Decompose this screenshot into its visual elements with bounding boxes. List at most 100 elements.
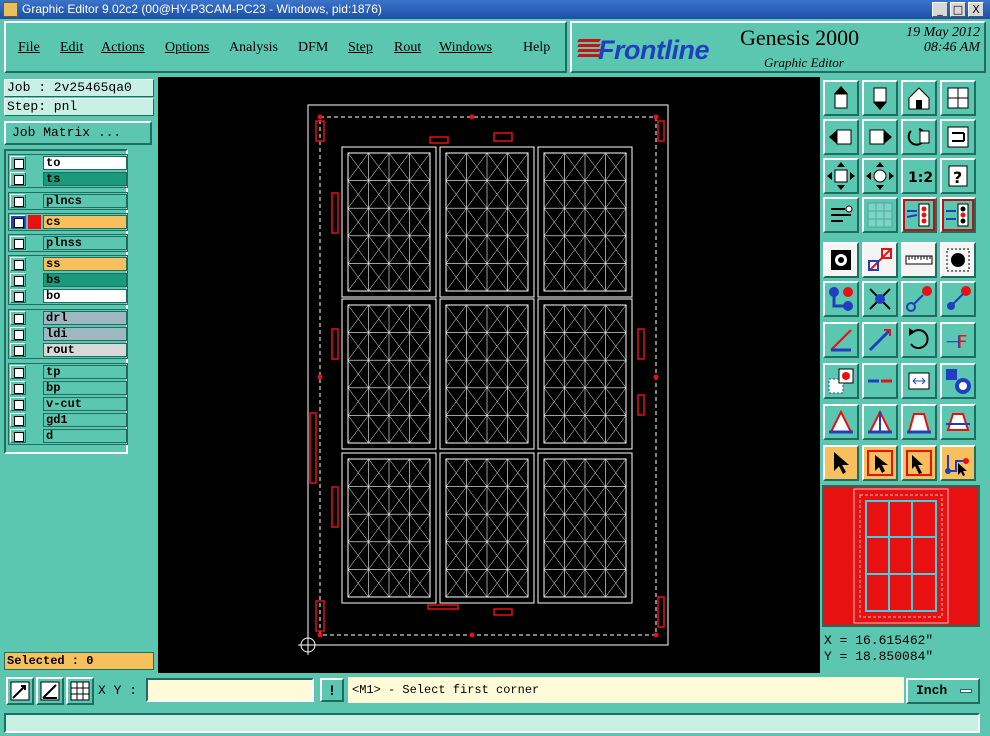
layer-checkbox[interactable] bbox=[10, 365, 26, 379]
layer-checkbox[interactable] bbox=[10, 273, 26, 287]
layer-row-v-cut[interactable]: v-cut bbox=[9, 396, 127, 412]
layer-checkbox[interactable] bbox=[10, 311, 26, 325]
layer-checkbox[interactable] bbox=[10, 429, 26, 443]
triangle-split-icon[interactable] bbox=[862, 404, 898, 440]
help-question-icon[interactable]: ? bbox=[940, 158, 976, 194]
job-matrix-button[interactable]: Job Matrix ... bbox=[4, 121, 152, 145]
select-net-icon[interactable] bbox=[901, 445, 937, 481]
pads-group-icon[interactable] bbox=[940, 363, 976, 399]
pan-up-icon[interactable] bbox=[823, 80, 859, 116]
layer-name[interactable]: ldi bbox=[43, 327, 127, 341]
layer-name[interactable]: to bbox=[43, 156, 127, 170]
triangle-dim-icon[interactable] bbox=[823, 404, 859, 440]
layer-checkbox[interactable] bbox=[10, 194, 26, 208]
select-route-icon[interactable] bbox=[940, 445, 976, 481]
window-title-bar[interactable]: Graphic Editor 9.02c2 (00@HY-P3CAM-PC23 … bbox=[0, 0, 990, 19]
rotate-icon[interactable] bbox=[901, 322, 937, 358]
layer-checkbox-active[interactable] bbox=[10, 215, 26, 229]
surface-tool-icon[interactable] bbox=[862, 242, 898, 278]
layer-row-ts[interactable]: ts bbox=[9, 171, 127, 187]
pad-tool-icon[interactable] bbox=[823, 242, 859, 278]
layer-name[interactable]: v-cut bbox=[43, 397, 127, 411]
pan-down-icon[interactable] bbox=[862, 80, 898, 116]
layer-checkbox[interactable] bbox=[10, 397, 26, 411]
layer-row-gd1[interactable]: gd1 bbox=[9, 412, 127, 428]
exclamation-button[interactable]: ! bbox=[320, 678, 344, 702]
home-icon[interactable] bbox=[901, 80, 937, 116]
menu-rout[interactable]: Rout bbox=[394, 40, 421, 56]
menu-file[interactable]: File bbox=[18, 40, 40, 56]
layer-name[interactable]: d bbox=[43, 429, 127, 443]
menu-actions[interactable]: Actions bbox=[101, 40, 145, 56]
layer-row-to[interactable]: to bbox=[9, 155, 127, 171]
layer-checkbox[interactable] bbox=[10, 413, 26, 427]
layer-row-ss[interactable]: ss bbox=[9, 256, 127, 272]
layer-name[interactable]: ss bbox=[43, 257, 127, 271]
layer-row-drl[interactable]: drl bbox=[9, 310, 127, 326]
zoom-fit-icon[interactable] bbox=[823, 158, 859, 194]
layer-row-bp[interactable]: bp bbox=[9, 380, 127, 396]
layer-checkbox[interactable] bbox=[10, 327, 26, 341]
mirror-icon[interactable]: ⊣ F bbox=[940, 322, 976, 358]
layer-checkbox[interactable] bbox=[10, 381, 26, 395]
maximize-button[interactable]: □ bbox=[950, 2, 966, 17]
pan-left-icon[interactable] bbox=[823, 119, 859, 155]
zoom-one-to-two-icon[interactable]: 1:2 bbox=[901, 158, 937, 194]
layer-name[interactable]: cs bbox=[43, 215, 127, 229]
net-highlight-icon[interactable] bbox=[901, 197, 937, 233]
menu-edit[interactable]: Edit bbox=[60, 40, 83, 56]
menu-windows[interactable]: Windows bbox=[439, 40, 492, 56]
menu-dfm[interactable]: DFM bbox=[298, 40, 328, 56]
pan-right-icon[interactable] bbox=[862, 119, 898, 155]
layer-name[interactable]: ts bbox=[43, 172, 127, 186]
layer-row-cs[interactable]: cs bbox=[9, 214, 127, 230]
zoom-back-icon[interactable] bbox=[901, 119, 937, 155]
overview-minimap[interactable] bbox=[822, 485, 980, 627]
layer-name[interactable]: plncs bbox=[43, 194, 127, 208]
diagonal-line-icon[interactable] bbox=[862, 322, 898, 358]
menu-analysis[interactable]: Analysis bbox=[229, 40, 278, 56]
layer-checkbox[interactable] bbox=[10, 289, 26, 303]
layer-name[interactable]: rout bbox=[43, 343, 127, 357]
layer-name[interactable]: bo bbox=[43, 289, 127, 303]
resize-icon[interactable] bbox=[901, 363, 937, 399]
layer-name[interactable]: tp bbox=[43, 365, 127, 379]
layer-name[interactable]: gd1 bbox=[43, 413, 127, 427]
trapezoid-icon[interactable] bbox=[901, 404, 937, 440]
component-highlight-icon[interactable] bbox=[940, 197, 976, 233]
snap-mode-icon[interactable] bbox=[6, 677, 34, 705]
redraw-icon[interactable] bbox=[940, 119, 976, 155]
panel-drawing[interactable] bbox=[158, 77, 820, 673]
connect-nodes-icon[interactable] bbox=[823, 281, 859, 317]
arrow-to-point-icon[interactable] bbox=[940, 281, 976, 317]
select-box-icon[interactable] bbox=[862, 445, 898, 481]
dashed-pad-icon[interactable] bbox=[940, 242, 976, 278]
menu-help[interactable]: Help bbox=[523, 40, 550, 56]
layer-checkbox[interactable] bbox=[10, 236, 26, 250]
ruler-icon[interactable] bbox=[901, 242, 937, 278]
angle-snap-icon[interactable] bbox=[36, 677, 64, 705]
menu-options[interactable]: Options bbox=[165, 40, 209, 56]
layer-row-plncs[interactable]: plncs bbox=[9, 193, 127, 209]
layer-row-bo[interactable]: bo bbox=[9, 288, 127, 304]
layer-name[interactable]: plnss bbox=[43, 236, 127, 250]
layer-row-tp[interactable]: tp bbox=[9, 364, 127, 380]
minimize-button[interactable]: _ bbox=[932, 2, 948, 17]
move-copy-icon[interactable] bbox=[823, 363, 859, 399]
zoom-center-icon[interactable] bbox=[862, 158, 898, 194]
layer-row-bs[interactable]: bs bbox=[9, 272, 127, 288]
layer-checkbox[interactable] bbox=[10, 257, 26, 271]
minimap-drawing[interactable] bbox=[824, 487, 978, 625]
measure-tool-icon[interactable] bbox=[823, 197, 859, 233]
layer-row-rout[interactable]: rout bbox=[9, 342, 127, 358]
layer-row-ldi[interactable]: ldi bbox=[9, 326, 127, 342]
graphic-canvas[interactable] bbox=[158, 77, 820, 673]
layer-checkbox[interactable] bbox=[10, 343, 26, 357]
layer-checkbox[interactable] bbox=[10, 172, 26, 186]
unit-selector[interactable]: Inch bbox=[906, 678, 980, 704]
angle-line-icon[interactable] bbox=[823, 322, 859, 358]
xy-input[interactable] bbox=[146, 678, 314, 702]
cross-node-icon[interactable] bbox=[862, 281, 898, 317]
grid-snap-icon[interactable] bbox=[66, 677, 94, 705]
grid-icon[interactable] bbox=[862, 197, 898, 233]
